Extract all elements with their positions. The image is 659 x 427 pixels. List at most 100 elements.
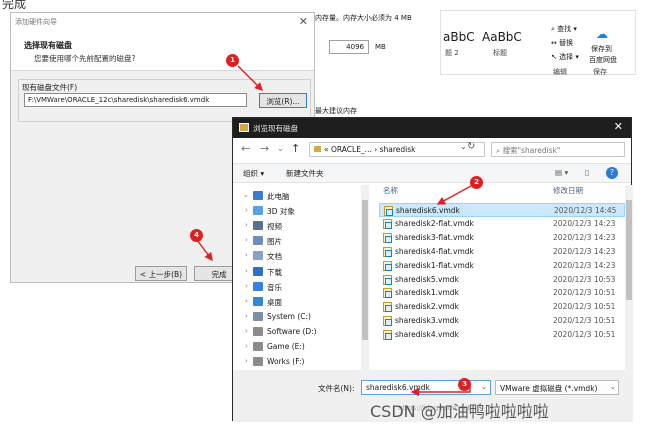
tree-item[interactable]: › Game (E:) <box>233 340 361 355</box>
find-button[interactable]: ⌕ 查找 ▾ <box>551 24 577 34</box>
disk-path-input[interactable]: F:\VMWare\ORACLE_12c\sharedisk\sharedisk… <box>24 93 247 107</box>
search-input[interactable]: ⌕ 搜索"sharedisk" <box>491 142 625 157</box>
file-list: 名称 修改日期 sharedisk6.vmdk 2020/12/3 14:45 sh… <box>371 185 625 355</box>
select-button[interactable]: ↖ 选择 ▾ <box>551 52 579 62</box>
file-row[interactable]: sharedisk4-flat.vmdk 2020/12/3 14:23 <box>379 245 625 259</box>
close-icon[interactable]: ✕ <box>299 15 308 28</box>
memory-settings-pane: 内存量。内存大小必须为 4 MB 4096 MB 最大建议内存 <box>315 0 445 130</box>
tree-item-icon <box>253 296 263 306</box>
chevron-right-icon[interactable]: › <box>245 236 248 244</box>
file-row[interactable]: sharedisk2.vmdk 2020/12/3 10:51 <box>379 300 625 314</box>
file-modified-date: 2020/12/3 10:53 <box>553 274 616 284</box>
address-path: « ORACLE_... › sharedisk <box>324 145 416 154</box>
tree-item-icon <box>253 311 263 321</box>
file-row[interactable]: sharedisk1-flat.vmdk 2020/12/3 14:23 <box>379 259 625 273</box>
file-row[interactable]: sharedisk5.vmdk 2020/12/3 10:53 <box>379 273 625 287</box>
tree-item-icon <box>253 326 263 336</box>
file-name: sharedisk1.vmdk <box>395 288 459 298</box>
chevron-right-icon[interactable]: › <box>245 342 248 350</box>
file-modified-date: 2020/12/3 10:51 <box>553 330 616 340</box>
file-row[interactable]: sharedisk3-flat.vmdk 2020/12/3 14:23 <box>379 231 625 245</box>
baidu-cloud-icon[interactable]: ☁ <box>596 27 612 41</box>
chevron-right-icon[interactable]: › <box>245 267 248 275</box>
file-name: sharedisk4.vmdk <box>395 330 459 340</box>
chevron-right-icon[interactable]: › <box>245 206 248 214</box>
tree-item-label: Works (F:) <box>267 357 305 367</box>
style-title-caption: 标题 <box>493 49 507 57</box>
chevron-right-icon[interactable]: › <box>245 297 248 305</box>
find-label: 查找 <box>557 25 572 33</box>
replace-label: 替换 <box>559 39 574 47</box>
tree-item[interactable]: › Works (F:) <box>233 355 361 370</box>
chevron-right-icon[interactable]: › <box>245 282 248 290</box>
chevron-right-icon[interactable]: › <box>245 327 248 335</box>
chevron-right-icon[interactable]: › <box>245 221 248 229</box>
browse-button[interactable]: 浏览(R)... <box>259 93 307 108</box>
close-icon[interactable]: ✕ <box>614 120 623 133</box>
filetype-select[interactable]: VMware 虚拟磁盘 (*.vmdk) <box>495 380 619 395</box>
style-title[interactable]: AaBbC <box>482 30 522 44</box>
refresh-icon[interactable]: ↻ <box>467 141 475 152</box>
tree-item[interactable]: › System (C:) <box>233 310 361 325</box>
memory-hint: 内存量。内存大小必须为 4 MB <box>315 14 412 22</box>
up-arrow-icon[interactable]: ↑ <box>291 142 300 155</box>
baidu-netdisk-label: 百度网盘 <box>589 56 617 64</box>
new-folder-button[interactable]: 新建文件夹 <box>286 168 324 179</box>
prev-button[interactable]: < 上一步(B) <box>135 266 187 281</box>
tree-item[interactable]: › 3D 对象 <box>233 204 361 219</box>
search-placeholder: 搜索"sharedisk" <box>502 146 561 155</box>
filetype-dropdown-icon[interactable]: ⌄ <box>610 383 616 391</box>
tree-item[interactable]: › 视频 <box>233 219 361 234</box>
file-row[interactable]: sharedisk4.vmdk 2020/12/3 10:51 <box>379 328 625 342</box>
tree-item-label: 视频 <box>267 222 282 232</box>
file-row[interactable]: sharedisk2-flat.vmdk 2020/12/3 14:23 <box>379 217 625 231</box>
file-name: sharedisk5.vmdk <box>395 274 459 284</box>
tree-item[interactable]: › 图片 <box>233 234 361 249</box>
chevron-right-icon[interactable]: › <box>245 312 248 320</box>
chevron-down-icon[interactable]: ⌄ <box>243 191 249 199</box>
view-options-icon[interactable]: ▤ ▾ <box>555 168 568 177</box>
file-name: sharedisk3-flat.vmdk <box>395 232 474 242</box>
forward-arrow-icon[interactable]: → <box>260 142 269 155</box>
vmdk-file-icon <box>383 302 392 313</box>
recent-dropdown-icon[interactable]: ⌄ <box>277 144 284 153</box>
file-row[interactable]: sharedisk6.vmdk 2020/12/3 14:45 <box>379 203 625 217</box>
navigation-tree: ⌄ 此电脑 › 3D 对象 › 视频 › 图片 › 文档 › 下载 › 音乐 › 桌面 › System (C:)… <box>233 185 361 370</box>
tree-item[interactable]: › 音乐 <box>233 280 361 295</box>
preview-pane-icon[interactable]: ▯ <box>585 168 589 177</box>
tree-item[interactable]: ⌄ 此电脑 <box>233 189 361 204</box>
memory-input[interactable]: 4096 <box>329 40 369 54</box>
page-top-text: 完成 <box>2 0 27 11</box>
vmdk-file-icon <box>383 232 392 243</box>
help-icon[interactable]: ? <box>606 167 618 179</box>
vmdk-file-icon <box>383 288 392 299</box>
file-name: sharedisk2-flat.vmdk <box>395 218 474 228</box>
replace-button[interactable]: ↔ 替换 <box>551 38 573 48</box>
tree-item[interactable]: › 文档 <box>233 249 361 264</box>
list-scroll-thumb[interactable] <box>626 200 632 300</box>
vmdk-file-icon <box>384 206 393 216</box>
vmdk-file-icon <box>383 260 392 271</box>
save-group-label: 保存 <box>593 68 607 76</box>
tree-item[interactable]: › 桌面 <box>233 295 361 310</box>
folder-icon <box>239 123 249 132</box>
address-bar[interactable]: « ORACLE_... › sharedisk <box>309 142 485 157</box>
col-header-name[interactable]: 名称 <box>383 185 398 196</box>
filename-input[interactable]: sharedisk6.vmdk <box>361 380 491 395</box>
tree-item[interactable]: › Software (D:) <box>233 325 361 340</box>
style-heading2[interactable]: aBbC <box>443 30 475 44</box>
organize-menu[interactable]: 组织 ▾ <box>243 168 264 179</box>
tree-scroll-thumb[interactable] <box>362 200 368 340</box>
back-arrow-icon[interactable]: ← <box>241 142 250 155</box>
tree-item-icon <box>253 357 263 367</box>
chevron-right-icon[interactable]: › <box>245 251 248 259</box>
vmdk-file-icon <box>383 246 392 257</box>
tree-item[interactable]: › 下载 <box>233 265 361 280</box>
screenshot-stage: 完成 内存量。内存大小必须为 4 MB 4096 MB 最大建议内存 aBbC … <box>0 0 659 427</box>
filename-dropdown-icon[interactable]: ⌄ <box>481 383 487 391</box>
chevron-right-icon[interactable]: › <box>245 357 248 365</box>
col-header-modified[interactable]: 修改日期 <box>553 185 583 196</box>
address-dropdown-icon[interactable]: ⌄ <box>460 142 467 151</box>
file-row[interactable]: sharedisk1.vmdk 2020/12/3 10:51 <box>379 286 625 300</box>
file-row[interactable]: sharedisk3.vmdk 2020/12/3 10:51 <box>379 314 625 328</box>
